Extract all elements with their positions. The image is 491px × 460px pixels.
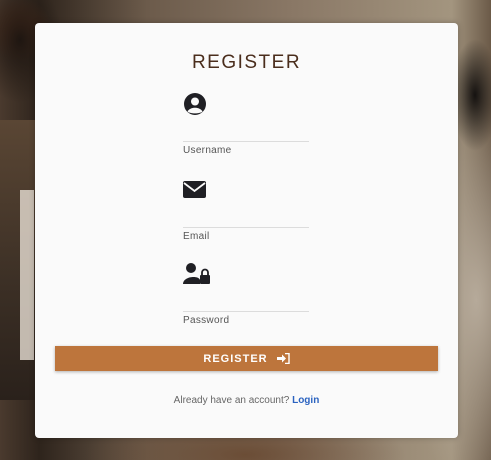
register-button[interactable]: REGISTER	[55, 346, 438, 371]
username-label: Username	[183, 145, 232, 156]
envelope-icon	[183, 181, 206, 198]
login-link[interactable]: Login	[292, 395, 319, 406]
password-label: Password	[183, 315, 230, 326]
login-prompt: Already have an account? Login	[35, 395, 458, 406]
user-circle-icon	[184, 93, 206, 115]
password-underline	[183, 311, 309, 312]
register-card: REGISTER Username Email Password REGISTE…	[35, 23, 458, 438]
register-button-label: REGISTER	[203, 352, 268, 365]
email-label: Email	[183, 231, 210, 242]
username-underline	[183, 141, 309, 142]
login-prompt-text: Already have an account?	[173, 395, 290, 406]
form-title: REGISTER	[191, 52, 302, 73]
sign-in-icon	[276, 353, 290, 364]
user-lock-icon	[183, 263, 210, 284]
email-underline	[183, 227, 309, 228]
